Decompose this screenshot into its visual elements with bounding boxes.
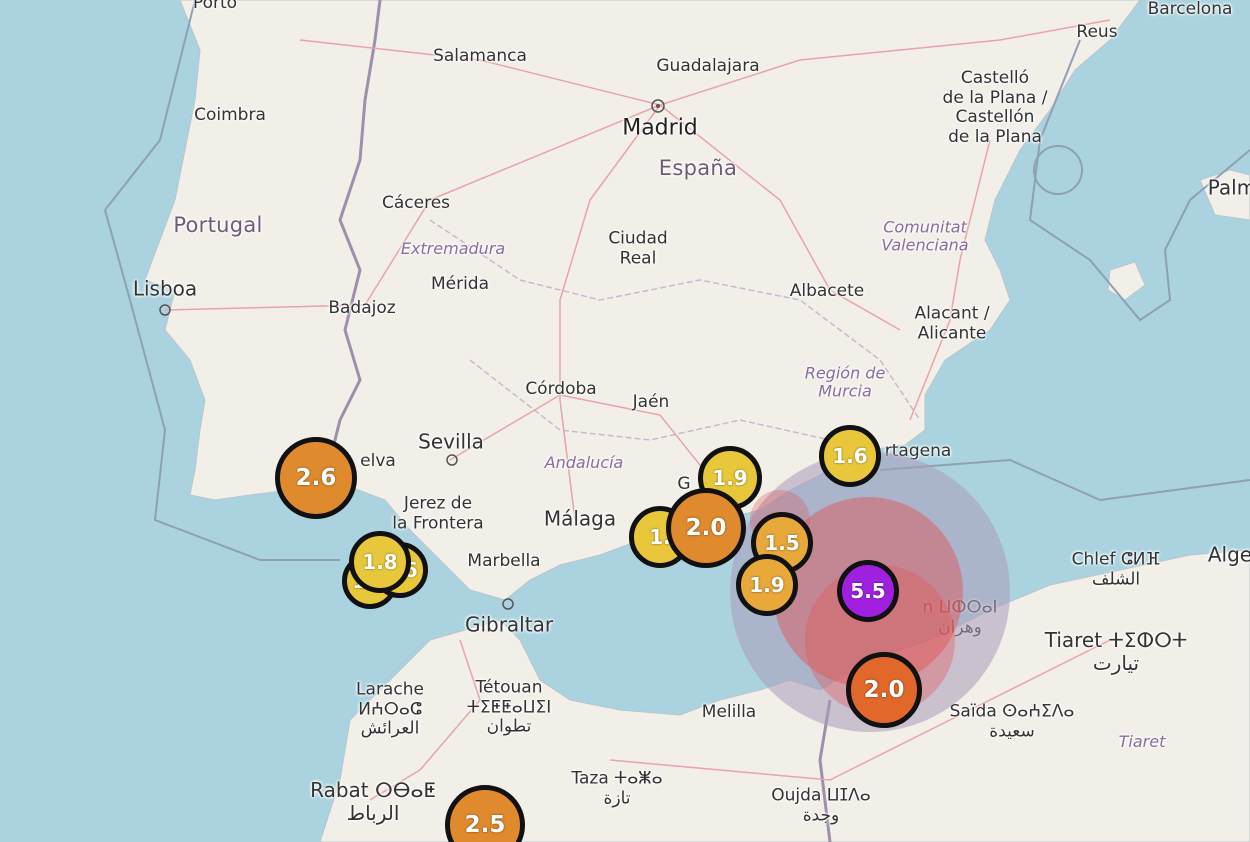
earthquake-marker[interactable]: 1.9 (736, 554, 798, 616)
earthquake-marker[interactable]: 2.0 (846, 652, 922, 728)
basemap (104, 0, 1250, 842)
map-view[interactable]: Porto Salamanca Guadalajara Madrid España Coi… (0, 0, 1250, 842)
earthquake-marker[interactable]: 5.5 (837, 560, 899, 622)
earthquake-marker[interactable]: 2.0 (666, 488, 746, 568)
earthquake-marker[interactable]: 2.6 (275, 437, 357, 519)
earthquake-marker[interactable]: 1.6 (819, 425, 881, 487)
earthquake-marker[interactable]: 1.8 (349, 531, 411, 593)
